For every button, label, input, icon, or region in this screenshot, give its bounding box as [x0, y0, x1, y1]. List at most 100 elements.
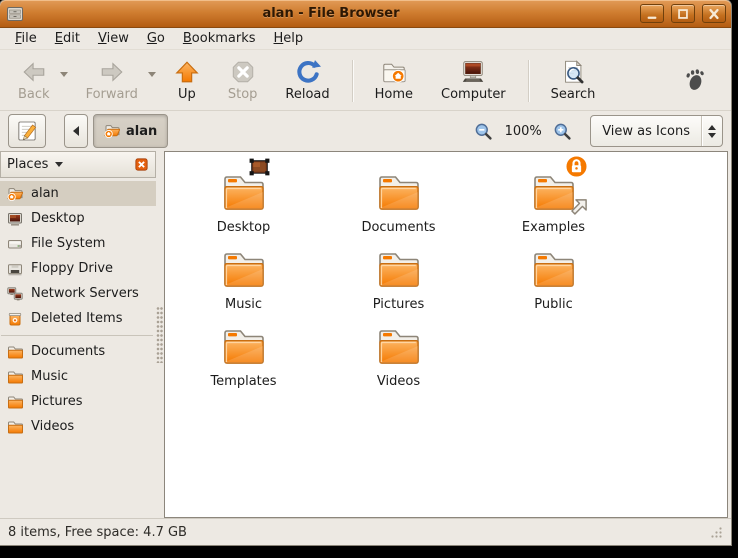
- toolbar-separator: [351, 59, 353, 102]
- stop-icon: [230, 59, 256, 85]
- folder-sm-icon: [7, 419, 23, 435]
- folder-icon: [530, 244, 578, 292]
- file-item-desktop[interactable]: Desktop: [166, 167, 321, 244]
- menubar: File Edit View Go Bookmarks Help: [0, 28, 731, 50]
- path-button-alan[interactable]: alan: [93, 114, 169, 148]
- toolbar: Back Forward Up Stop Reload Home Compute…: [0, 50, 731, 111]
- sidebar-item-desktop[interactable]: Desktop: [0, 206, 156, 231]
- zoom-in-icon: [553, 122, 572, 141]
- path-scroll-left-button[interactable]: [64, 114, 88, 148]
- pane-resize-handle[interactable]: [156, 151, 164, 518]
- stop-button[interactable]: Stop: [220, 56, 266, 103]
- file-item-examples[interactable]: Examples: [476, 167, 631, 244]
- file-browser-window: alan - File Browser File Edit View Go Bookma…: [0, 0, 731, 545]
- emblem-symlink-icon: [564, 196, 590, 222]
- edit-location-button[interactable]: [8, 114, 46, 148]
- sidebar-item-pictures[interactable]: Pictures: [0, 389, 156, 414]
- window-menu-icon[interactable]: [5, 4, 25, 24]
- search-icon: [560, 59, 586, 85]
- file-grid: Desktop Documents Examples Music Picture…: [165, 152, 727, 398]
- chevron-down-icon: [55, 162, 64, 167]
- emblem-lock-icon: [564, 154, 589, 179]
- zoom-in-button[interactable]: [551, 120, 574, 143]
- back-icon: [21, 59, 47, 85]
- file-item-videos[interactable]: Videos: [321, 321, 476, 398]
- emblem-desktop-icon: [248, 156, 271, 179]
- folder-icon: [375, 321, 423, 369]
- edit-note-icon: [15, 119, 39, 143]
- folder-sm-icon: [7, 369, 23, 385]
- sidebar-item-documents[interactable]: Documents: [0, 339, 156, 364]
- content-area: Places alan Desktop File System Floppy D…: [0, 151, 731, 518]
- forward-button[interactable]: Forward: [78, 56, 146, 103]
- minimize-icon: [647, 16, 657, 19]
- menu-item-go[interactable]: Go: [138, 30, 174, 47]
- folder-sm-icon: [7, 344, 23, 360]
- icon-view[interactable]: Desktop Documents Examples Music Picture…: [164, 151, 728, 518]
- file-item-pictures[interactable]: Pictures: [321, 244, 476, 321]
- up-button[interactable]: Up: [166, 56, 208, 103]
- close-button[interactable]: [702, 4, 726, 23]
- back-history-dropdown-icon[interactable]: [59, 72, 68, 81]
- home-folder-sm-icon: [7, 186, 23, 202]
- titlebar[interactable]: alan - File Browser: [0, 0, 731, 28]
- location-bar: alan 100% View as Icons: [0, 111, 731, 151]
- forward-icon: [99, 59, 125, 85]
- zoom-out-button[interactable]: [472, 120, 495, 143]
- close-sidebar-button[interactable]: [134, 157, 149, 172]
- file-item-music[interactable]: Music: [166, 244, 321, 321]
- sidebar-item-music[interactable]: Music: [0, 364, 156, 389]
- window-title: alan - File Browser: [262, 6, 400, 21]
- folder-icon: [220, 244, 268, 292]
- sidebar-item-floppy-drive[interactable]: Floppy Drive: [0, 256, 156, 281]
- floppy-icon: [7, 261, 23, 277]
- sidebar-item-videos[interactable]: Videos: [0, 414, 156, 439]
- back-button[interactable]: Back: [10, 56, 58, 103]
- folder-icon: [375, 167, 423, 215]
- home-button[interactable]: Home: [367, 56, 421, 103]
- menu-item-bookmarks[interactable]: Bookmarks: [174, 30, 265, 47]
- drive-icon: [7, 236, 23, 252]
- folder-sm-icon: [7, 394, 23, 410]
- window-resize-grip[interactable]: [709, 525, 723, 539]
- combo-spinner-icon: [702, 124, 722, 138]
- places-menu-button[interactable]: Places: [0, 151, 156, 178]
- folder-icon: [220, 321, 268, 369]
- home-icon: [381, 59, 407, 85]
- close-icon: [709, 8, 719, 19]
- places-list: alan Desktop File System Floppy Drive Ne…: [0, 178, 156, 518]
- file-item-documents[interactable]: Documents: [321, 167, 476, 244]
- folder-icon: [375, 244, 423, 292]
- statusbar: 8 items, Free space: 4.7 GB: [0, 518, 731, 545]
- network-icon: [7, 286, 23, 302]
- zoom-out-icon: [474, 122, 493, 141]
- maximize-icon: [678, 8, 688, 19]
- sidebar-item-alan[interactable]: alan: [0, 181, 156, 206]
- view-mode-combo[interactable]: View as Icons: [590, 115, 723, 147]
- reload-icon: [295, 59, 321, 85]
- menu-item-edit[interactable]: Edit: [46, 30, 89, 47]
- file-item-public[interactable]: Public: [476, 244, 631, 321]
- minimize-button[interactable]: [640, 4, 664, 23]
- menu-item-file[interactable]: File: [6, 30, 46, 47]
- menu-item-view[interactable]: View: [89, 30, 138, 47]
- menu-item-help[interactable]: Help: [265, 30, 313, 47]
- search-button[interactable]: Search: [543, 56, 604, 103]
- sidebar-item-file-system[interactable]: File System: [0, 231, 156, 256]
- sidebar-item-network-servers[interactable]: Network Servers: [0, 281, 156, 306]
- computer-button[interactable]: Computer: [433, 56, 514, 103]
- places-sidebar: Places alan Desktop File System Floppy D…: [0, 151, 156, 518]
- file-item-templates[interactable]: Templates: [166, 321, 321, 398]
- zoom-level: 100%: [504, 123, 542, 139]
- close-pane-icon: [134, 157, 149, 172]
- reload-button[interactable]: Reload: [277, 56, 337, 103]
- status-text: 8 items, Free space: 4.7 GB: [8, 524, 187, 540]
- forward-history-dropdown-icon[interactable]: [147, 72, 156, 81]
- trash-icon: [7, 311, 23, 327]
- desktop-mini-icon: [7, 211, 23, 227]
- up-icon: [174, 59, 200, 85]
- sidebar-item-deleted-items[interactable]: Deleted Items: [0, 306, 156, 336]
- chevron-left-icon: [73, 126, 79, 136]
- maximize-button[interactable]: [671, 4, 695, 23]
- gnome-throbber-icon: [683, 67, 707, 93]
